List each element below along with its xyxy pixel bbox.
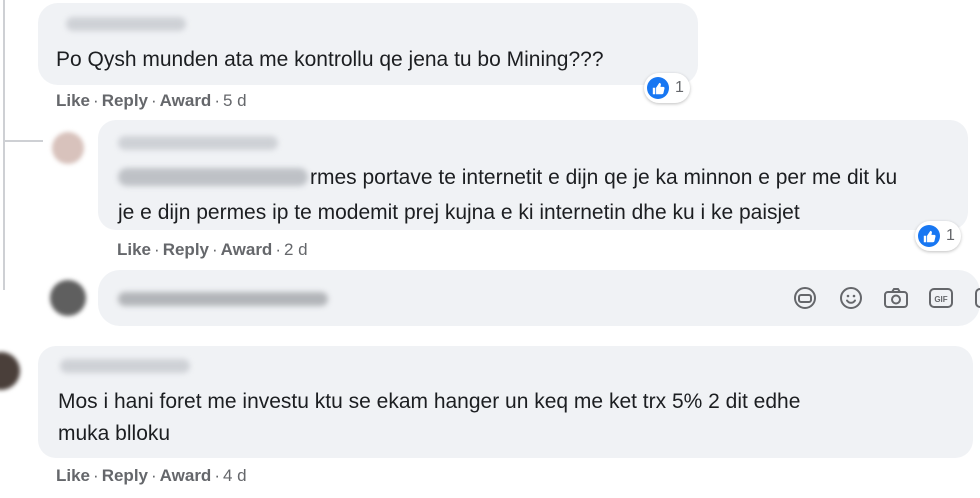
award-link[interactable]: Award xyxy=(221,240,273,259)
thread-line-curve xyxy=(3,140,43,142)
like-link[interactable]: Like xyxy=(56,466,90,485)
award-link[interactable]: Award xyxy=(160,466,212,485)
reply-link[interactable]: Reply xyxy=(102,466,148,485)
comment-author-name[interactable] xyxy=(118,136,278,150)
comment-actions: Like · Reply · Award · 4 d xyxy=(56,466,247,485)
comment-text: Po Qysh munden ata me kontrollu qe jena … xyxy=(56,48,604,71)
svg-text:GIF: GIF xyxy=(934,295,947,304)
camera-icon[interactable] xyxy=(883,285,909,311)
like-link[interactable]: Like xyxy=(117,240,151,259)
emoji-icon[interactable] xyxy=(838,285,864,311)
like-reaction-icon xyxy=(647,77,669,99)
comment-text: rmes portave te internetit e dijn qe je … xyxy=(310,166,898,189)
like-link[interactable]: Like xyxy=(56,91,90,110)
reaction-count: 1 xyxy=(675,79,684,96)
reply-link[interactable]: Reply xyxy=(102,91,148,110)
award-link[interactable]: Award xyxy=(160,91,212,110)
reaction-badge[interactable]: 1 xyxy=(644,73,690,103)
comment-actions: Like · Reply · Award · 2 d xyxy=(117,240,308,259)
comment-author-name[interactable] xyxy=(66,17,186,31)
comment-actions: Like · Reply · Award · 5 d xyxy=(56,91,247,110)
comment-bubble: Po Qysh munden ata me kontrollu qe jena … xyxy=(38,3,698,85)
thread-line xyxy=(3,0,5,290)
more-sticker-icon[interactable] xyxy=(968,285,980,311)
mentioned-name[interactable] xyxy=(118,168,308,186)
comment-bubble: Mos i hani foret me investu ktu se ekam … xyxy=(38,346,973,458)
comment-text-continued: muka blloku xyxy=(58,422,171,445)
comment-timestamp[interactable]: 4 d xyxy=(223,466,247,485)
avatar[interactable] xyxy=(52,132,84,164)
current-user-avatar xyxy=(50,280,86,316)
comment-timestamp[interactable]: 5 d xyxy=(223,91,247,110)
reply-input[interactable]: GIF xyxy=(98,270,980,326)
reply-placeholder xyxy=(118,292,328,306)
like-reaction-icon xyxy=(918,225,940,247)
comment-bubble: rmes portave te internetit e dijn qe je … xyxy=(98,120,968,230)
reply-link[interactable]: Reply xyxy=(163,240,209,259)
reaction-count: 1 xyxy=(946,227,955,244)
comment-timestamp[interactable]: 2 d xyxy=(284,240,308,259)
comment-text: Mos i hani foret me investu ktu se ekam … xyxy=(58,390,801,413)
reaction-badge[interactable]: 1 xyxy=(915,221,961,251)
comment-text-continued: je e dijn permes ip te modemit prej kujn… xyxy=(118,201,800,224)
gif-icon[interactable]: GIF xyxy=(928,285,954,311)
avatar[interactable] xyxy=(0,352,20,390)
sticker-icon[interactable] xyxy=(792,285,818,311)
comment-author-name[interactable] xyxy=(60,359,190,373)
